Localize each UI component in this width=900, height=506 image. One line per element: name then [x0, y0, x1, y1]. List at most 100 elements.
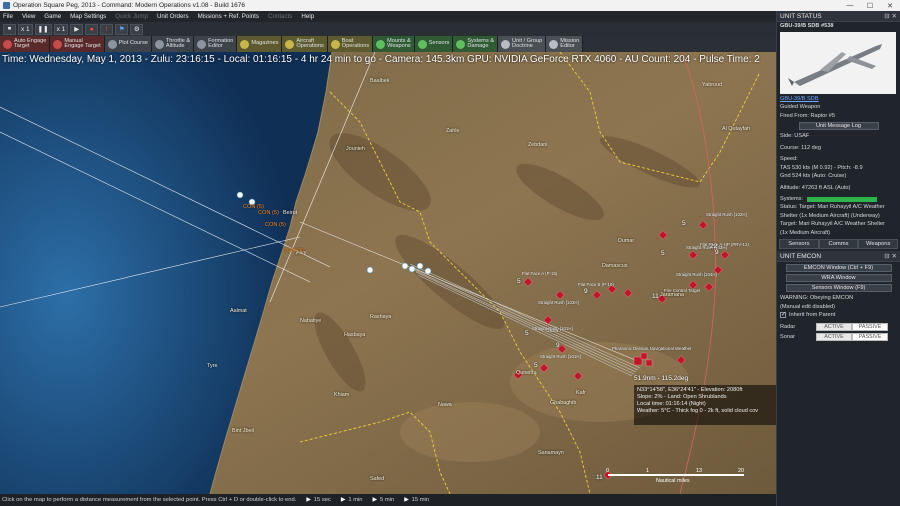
flag-button[interactable]: ⚑: [115, 23, 129, 35]
crosshair-icon: [53, 39, 63, 49]
unit-course: Course: 112 deg: [780, 144, 821, 151]
scale-tick: 1: [646, 468, 649, 474]
tab-weapons[interactable]: Weapons: [858, 239, 899, 249]
formation-editor-button[interactable]: Formation Editor: [194, 36, 238, 52]
panel-controls[interactable]: ⊟ ✕: [884, 252, 897, 260]
step-compression-display[interactable]: x 1: [53, 23, 69, 35]
scale-tick: 13: [696, 468, 702, 474]
magazine-icon: [240, 39, 250, 49]
target-label: Straight Rush [104H]: [676, 272, 717, 277]
window-controls: — ☐ ✕: [840, 0, 900, 11]
place-label-damascus: Damascus: [602, 263, 628, 269]
radar-passive-option[interactable]: PASSIVE: [852, 323, 888, 331]
minimize-button[interactable]: —: [840, 0, 860, 11]
place-label: Yabroud: [702, 82, 722, 88]
menu-map-settings[interactable]: Map Settings: [70, 13, 106, 20]
unit-status-line1: Status: Target: Mari Ruhayyil A/C Weathe…: [780, 204, 885, 210]
plot-course-button[interactable]: Plot Course: [104, 36, 152, 52]
unit-group-doctrine-button[interactable]: Unit / Group Doctrine: [498, 36, 547, 52]
menu-file[interactable]: File: [3, 13, 13, 20]
unit-status-header: UNIT STATUS ⊟ ✕: [777, 11, 900, 22]
scale-bar-line: [608, 474, 744, 476]
unit-message-log-button[interactable]: Unit Message Log: [798, 122, 879, 130]
crosshair-icon: [3, 39, 12, 49]
place-label: Al Qutayfah: [722, 126, 751, 132]
panel-controls[interactable]: ⊟ ✕: [884, 12, 897, 20]
mounts-weapons-button[interactable]: Mounts & Weapons: [373, 36, 415, 52]
maximize-button[interactable]: ☐: [860, 0, 880, 11]
place-label: Baalbek: [370, 78, 390, 84]
close-window-button[interactable]: ✕: [880, 0, 900, 11]
pause-button[interactable]: ❚❚: [34, 23, 52, 35]
place-label: Dumar: [618, 238, 635, 244]
sensors-window-button[interactable]: Sensors Window (F9): [785, 284, 892, 292]
mission-editor-button[interactable]: Mission Editor: [546, 36, 584, 52]
own-unit-label[interactable]: CON (5): [258, 210, 279, 216]
target-label: Flat Face B (P-19): [578, 282, 614, 287]
magazines-button[interactable]: Magazines: [237, 36, 283, 52]
menu-unit-orders[interactable]: Unit Orders: [157, 13, 189, 20]
time-step-5min[interactable]: ▶ 5 min: [373, 497, 395, 503]
inherit-from-parent-checkbox[interactable]: Inherit from Parent: [777, 311, 900, 319]
menu-help[interactable]: Help: [301, 13, 314, 20]
unit-speed-gnd: Gnd 524 kts (Auto: Cruise): [780, 173, 847, 179]
manual-engage-target-button[interactable]: Manual Engage Target: [50, 36, 105, 52]
unit-emcon-header: UNIT EMCON ⊟ ✕: [777, 251, 900, 262]
radar-icon: [417, 39, 427, 49]
auto-engage-target-button[interactable]: Auto Engage Target: [0, 36, 51, 52]
sonar-passive-option[interactable]: PASSIVE: [852, 333, 888, 341]
unit-altitude: Altitude: 47263 ft ASL (Auto): [780, 184, 851, 191]
target-label: Straight Rush [102H]: [706, 212, 747, 217]
own-unit-label[interactable]: CON (5): [265, 222, 286, 228]
place-label: Rashaya: [370, 314, 392, 320]
cursor-weather: Weather: 5°C - Thick fog 0 - 2k ft, soli…: [637, 408, 759, 414]
aircraft-icon: [285, 39, 295, 49]
unit-type-link[interactable]: GBU-39/B SDB: [780, 96, 819, 102]
sonar-active-option[interactable]: ACTIVE: [816, 333, 852, 341]
time-step-1min[interactable]: ▶ 1 min: [341, 497, 363, 503]
map-scale-bar: 0 1 13 20 Nautical miles: [600, 466, 744, 492]
menu-quick-jump[interactable]: Quick Jump: [115, 13, 148, 20]
time-step-15sec[interactable]: ▶ 15 sec: [306, 497, 331, 503]
checkbox-icon: [780, 311, 786, 318]
aircraft-operations-button[interactable]: Aircraft Operations: [282, 36, 328, 52]
own-unit-label[interactable]: CON (5): [283, 248, 304, 254]
radar-active-option[interactable]: ACTIVE: [816, 323, 852, 331]
throttle-altitude-button[interactable]: Throttle & Altitude: [151, 36, 195, 52]
cursor-terrain: Slope: 2% - Land: Open Shrublands: [637, 394, 727, 400]
stop-button[interactable]: ⏹: [3, 23, 16, 35]
target-count: 5: [525, 330, 529, 337]
systems-damage-button[interactable]: Systems & Damage: [453, 36, 499, 52]
scale-tick: 20: [738, 468, 744, 474]
menu-view[interactable]: View: [22, 13, 35, 20]
target-count: 11: [652, 293, 659, 300]
scale-caption: Nautical miles: [656, 478, 690, 484]
alert-button[interactable]: !: [100, 23, 114, 35]
tab-sensors[interactable]: Sensors: [779, 239, 819, 249]
menu-contacts[interactable]: Contacts: [268, 13, 292, 20]
wra-window-button[interactable]: WRA Window: [785, 274, 892, 282]
time-compression-display[interactable]: x 1: [18, 23, 33, 35]
cursor-coordinates: N33°14'58", E36°24'41" - Elevation: 2080…: [637, 387, 743, 393]
place-label: Quneitra: [516, 370, 537, 376]
menu-missions[interactable]: Missions + Ref. Points: [198, 13, 259, 20]
unit-side: Side: USAF: [780, 133, 810, 139]
cursor-local-time: Local time: 01:16:14 (Night): [637, 401, 706, 407]
time-step-15min[interactable]: ▶ 15 min: [404, 497, 429, 503]
record-button[interactable]: ●: [85, 23, 99, 35]
window-title: Operation Square Peg, 2013 - Command: Mo…: [13, 2, 245, 9]
play-button[interactable]: ▶: [70, 23, 84, 35]
doctrine-icon: [501, 39, 511, 49]
command-toolbar: Auto Engage Target Manual Engage Target Pl…: [0, 36, 776, 52]
window-titlebar: Operation Square Peg, 2013 - Command: Mo…: [0, 0, 900, 11]
emcon-window-button[interactable]: EMCON Window (Ctrl + F9): [785, 264, 892, 272]
app-icon: [3, 2, 10, 9]
menu-game[interactable]: Game: [44, 13, 61, 20]
boat-operations-button[interactable]: Boat Operations: [327, 36, 374, 52]
sensors-button[interactable]: Sensors: [414, 36, 454, 52]
tab-comms[interactable]: Comms: [818, 239, 859, 249]
target-count: 9: [715, 249, 719, 256]
target-count: 9: [556, 342, 560, 349]
tactical-map[interactable]: Damascus Beirut Tyre Nabatiye Zahle Baal…: [0, 52, 776, 494]
gear-icon[interactable]: ⚙: [130, 23, 144, 35]
